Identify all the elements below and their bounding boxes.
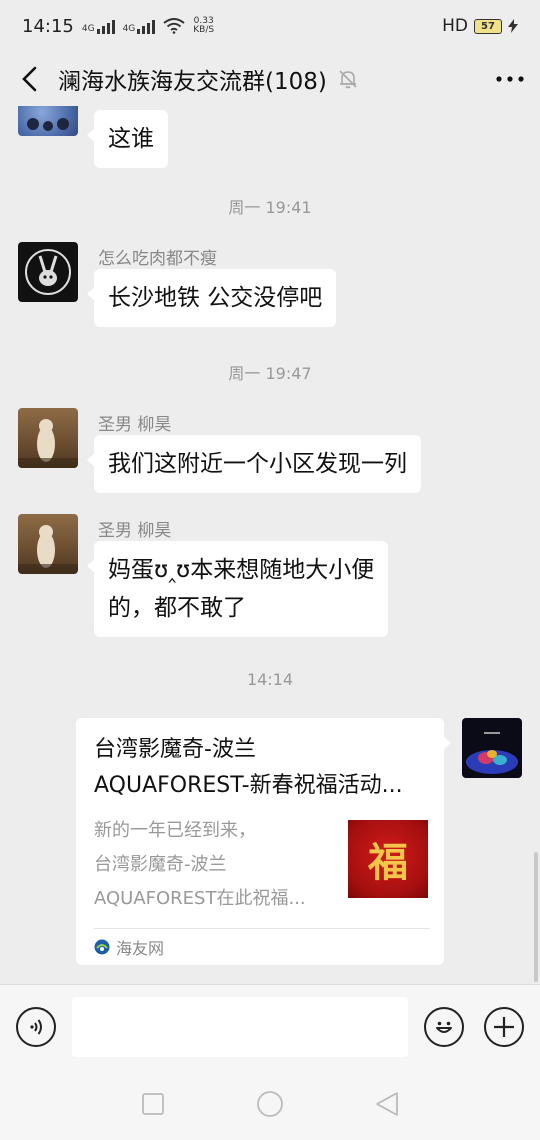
card-divider	[94, 928, 430, 929]
timestamp: 14:14	[246, 670, 294, 689]
navigation-bar	[0, 1068, 540, 1140]
sender-name: 圣男 柳昊	[98, 415, 172, 435]
card-desc-line: 台湾影魔奇-波兰	[94, 854, 227, 875]
avatar[interactable]	[18, 408, 78, 468]
home-icon[interactable]	[256, 1090, 284, 1118]
hd-label: HD	[442, 16, 468, 36]
sender-name: 怎么吃肉都不瘦	[98, 249, 217, 269]
card-source: 海友网	[94, 934, 164, 960]
link-card[interactable]: 台湾影魔奇-波兰 AQUAFOREST-新春祝福活动... 新的一年已经到来， …	[76, 718, 451, 965]
back-nav-icon[interactable]	[375, 1091, 399, 1117]
net-label-2: 4G	[122, 24, 136, 34]
wifi-icon	[163, 18, 185, 34]
signal-1: 4G	[82, 18, 115, 34]
avatar-image	[466, 732, 518, 774]
signal-bars-icon	[137, 18, 156, 34]
chat-area[interactable]: 这谁 周一 19:41 怎么吃肉都不瘦 长沙地铁 公交没停吧 周一 19:47 …	[0, 106, 540, 984]
message-bubble[interactable]: 这谁	[87, 110, 168, 168]
avatar[interactable]	[18, 514, 78, 574]
card-desc-line: AQUAFOREST在此祝福...	[94, 888, 306, 909]
charging-icon	[508, 19, 518, 33]
voice-button[interactable]	[16, 1007, 56, 1047]
fu-character: 福	[368, 839, 408, 886]
battery-indicator: 57	[474, 18, 502, 34]
message-text: 长沙地铁 公交没停吧	[108, 285, 323, 311]
self-avatar[interactable]	[462, 718, 522, 778]
signal-2: 4G	[123, 18, 156, 34]
card-thumbnail: 福	[348, 820, 428, 898]
more-dots-icon	[496, 76, 524, 82]
card-title: 台湾影魔奇-波兰 AQUAFOREST-新春祝福活动...	[94, 732, 430, 804]
avatar[interactable]	[18, 106, 78, 136]
message-bubble[interactable]: 妈蛋ʊ‸ʊ本来想随地大小便 的，都不敢了	[86, 541, 389, 637]
card-desc-line: 新的一年已经到来，	[94, 820, 256, 841]
avatar-image	[18, 525, 78, 574]
status-bar: 14:15 4G 4G 0.33 KB/S HD 57	[0, 0, 540, 52]
back-arrow-icon	[22, 66, 37, 92]
message-bubble[interactable]: 长沙地铁 公交没停吧	[86, 269, 337, 327]
sender-name: 圣男 柳昊	[98, 521, 172, 541]
emoji-icon	[436, 1021, 452, 1033]
chat-title: 澜海水族海友交流群(108)	[58, 69, 327, 95]
avatar-image	[25, 249, 71, 295]
source-name: 海友网	[116, 939, 165, 958]
card-title-line: AQUAFOREST-新春祝福活动...	[94, 773, 403, 798]
message-bubble[interactable]: 我们这附近一个小区发现一列	[87, 435, 421, 493]
recents-icon[interactable]	[141, 1092, 165, 1116]
timestamp: 周一 19:47	[228, 364, 312, 383]
message-text: 我们这附近一个小区发现一列	[108, 451, 407, 477]
plus-button[interactable]	[484, 1007, 524, 1047]
more-options-button[interactable]	[480, 52, 540, 106]
message-text: 这谁	[108, 126, 154, 152]
card-description: 新的一年已经到来， 台湾影魔奇-波兰 AQUAFOREST在此祝福...	[94, 814, 334, 916]
timestamp: 周一 19:41	[228, 198, 312, 217]
chat-header: 澜海水族海友交流群(108)	[0, 52, 540, 106]
plus-icon	[494, 1017, 514, 1037]
status-time: 14:15	[22, 15, 74, 37]
avatar[interactable]	[18, 242, 78, 302]
source-logo-icon	[94, 939, 110, 955]
message-input[interactable]	[72, 997, 408, 1057]
mute-bell-icon	[339, 70, 357, 89]
network-speed: 0.33 KB/S	[193, 17, 214, 35]
back-button[interactable]	[0, 52, 58, 106]
input-bar	[0, 984, 540, 1068]
signal-bars-icon	[96, 18, 115, 34]
scrollbar[interactable]	[534, 852, 538, 982]
avatar-image	[27, 118, 69, 131]
message-text-line: 妈蛋ʊ‸ʊ本来想随地大小便	[108, 557, 375, 583]
message-text-line: 的，都不敢了	[108, 595, 246, 621]
net-label-1: 4G	[81, 24, 95, 34]
avatar-image	[18, 419, 78, 468]
emoji-button[interactable]	[424, 1007, 464, 1047]
speed-unit: KB/S	[193, 25, 215, 35]
card-title-line: 台湾影魔奇-波兰	[94, 737, 256, 762]
voice-icon	[30, 1019, 42, 1035]
